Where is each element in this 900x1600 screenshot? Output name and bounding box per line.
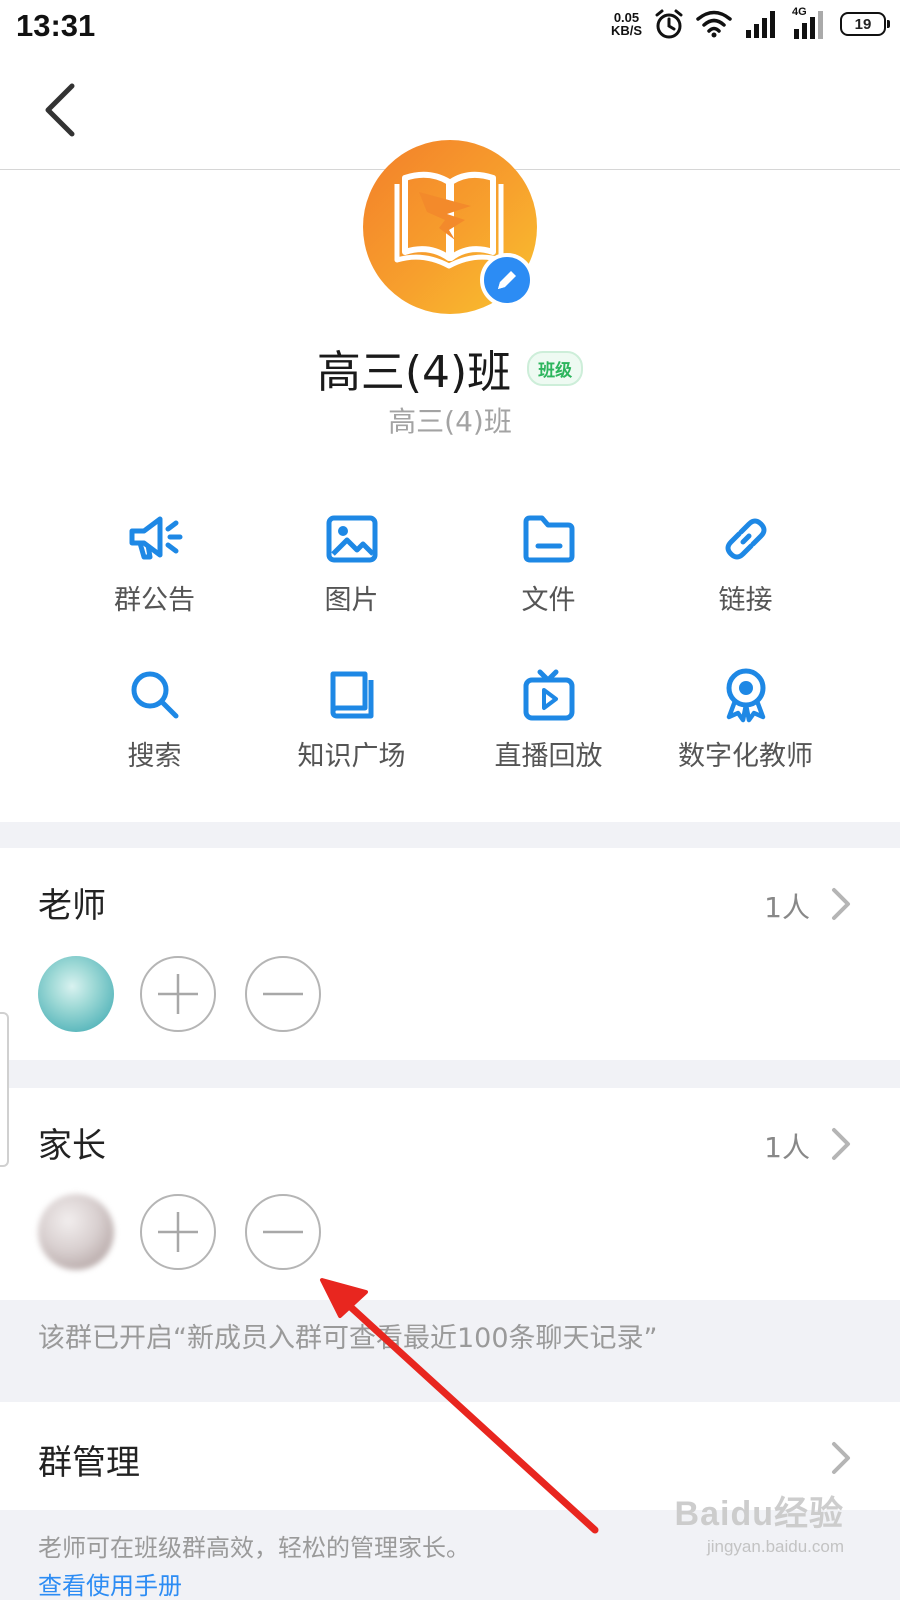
- status-icons: 0.05 KB/S 4G 19: [610, 6, 890, 40]
- action-knowledge-square[interactable]: 知识广场: [253, 666, 450, 776]
- minus-icon: [263, 992, 303, 996]
- back-button[interactable]: [36, 80, 86, 140]
- parents-title[interactable]: 家长: [38, 1118, 106, 1167]
- management-description: 老师可在班级群高效，轻松的管理家长。: [38, 1534, 470, 1562]
- section-divider: [0, 1060, 900, 1088]
- image-icon: [323, 510, 381, 568]
- edit-avatar-button[interactable]: [480, 253, 534, 307]
- parents-section: 家长 1人: [0, 1088, 900, 1300]
- action-images[interactable]: 图片: [253, 510, 450, 620]
- teachers-section: 老师 1人: [0, 848, 900, 1060]
- signal-4g-icon: 4G: [792, 6, 828, 39]
- chevron-right-icon[interactable]: [828, 1126, 852, 1162]
- group-title-row: 高三(4)班 班级: [0, 336, 900, 400]
- status-time: 13:31: [16, 8, 96, 43]
- signal-icon: [746, 11, 775, 38]
- book-icon: [323, 666, 381, 724]
- parent-avatar[interactable]: [38, 1194, 114, 1270]
- edge-drawer-handle[interactable]: [0, 1012, 9, 1167]
- history-notice: 该群已开启“新成员入群可查看最近100条聊天记录”: [38, 1323, 658, 1354]
- network-speed: 0.05 KB/S: [610, 10, 642, 38]
- status-bar: 13:31 0.05 KB/S 4G 19: [0, 0, 900, 52]
- alarm-icon: [655, 9, 683, 39]
- remove-teacher-button[interactable]: [245, 956, 321, 1032]
- action-live-replay[interactable]: 直播回放: [450, 666, 647, 776]
- class-badge: 班级: [527, 350, 584, 386]
- parents-count[interactable]: 1人: [764, 1126, 810, 1166]
- action-search[interactable]: 搜索: [56, 666, 253, 776]
- link-icon: [717, 510, 775, 568]
- folder-icon: [520, 510, 578, 568]
- chevron-right-icon[interactable]: [828, 1440, 852, 1476]
- teacher-avatar[interactable]: [38, 956, 114, 1032]
- action-announcement[interactable]: 群公告: [56, 510, 253, 620]
- search-icon: [126, 666, 184, 724]
- pencil-icon: [498, 271, 516, 289]
- teachers-count[interactable]: 1人: [764, 886, 810, 926]
- megaphone-icon: [126, 510, 184, 568]
- battery-icon: 19: [840, 12, 890, 36]
- watermark: Baidu经验 jingyan.baidu.com: [674, 1495, 844, 1556]
- chevron-right-icon[interactable]: [828, 886, 852, 922]
- wifi-icon: [696, 10, 732, 38]
- award-icon: [717, 666, 775, 724]
- group-subtitle: 高三(4)班: [388, 405, 512, 438]
- quick-actions-grid: 群公告 图片 文件 链接 搜索 知识广场 直播回放 数字化教师: [56, 510, 844, 776]
- action-links[interactable]: 链接: [647, 510, 844, 620]
- plus-icon: [158, 1212, 198, 1252]
- action-digital-teacher[interactable]: 数字化教师: [647, 666, 844, 776]
- group-name[interactable]: 高三(4)班: [317, 336, 511, 400]
- minus-icon: [263, 1230, 303, 1234]
- action-files[interactable]: 文件: [450, 510, 647, 620]
- remove-parent-button[interactable]: [245, 1194, 321, 1270]
- section-divider: [0, 822, 900, 848]
- add-parent-button[interactable]: [140, 1194, 216, 1270]
- tv-play-icon: [520, 666, 578, 724]
- group-management-title[interactable]: 群管理: [38, 1435, 140, 1484]
- add-teacher-button[interactable]: [140, 956, 216, 1032]
- back-arrow-icon: [45, 83, 75, 137]
- user-manual-link[interactable]: 查看使用手册: [38, 1566, 182, 1600]
- plus-icon: [158, 974, 198, 1014]
- teachers-title[interactable]: 老师: [38, 878, 106, 927]
